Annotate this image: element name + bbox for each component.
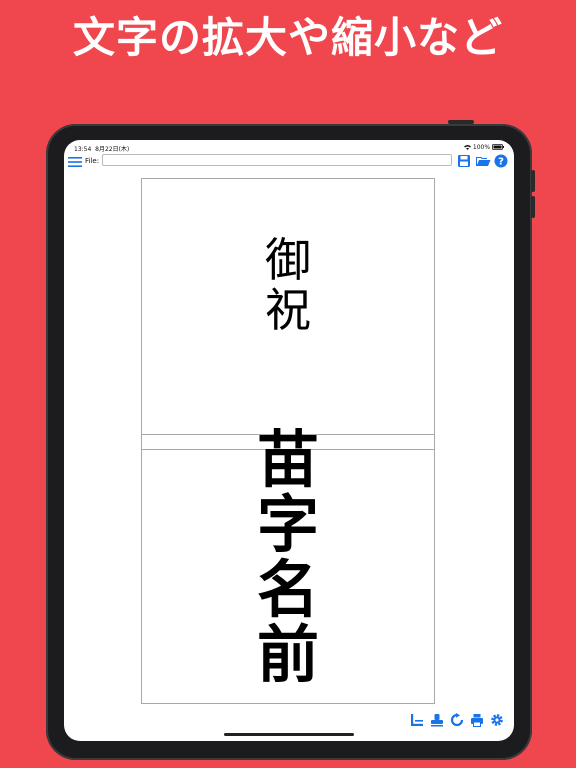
name-char: 苗 xyxy=(256,423,319,496)
rotate-icon[interactable] xyxy=(450,713,464,727)
stamp-icon[interactable] xyxy=(430,713,444,727)
top-inscription[interactable]: 御 祝 xyxy=(142,235,434,335)
menu-icon[interactable] xyxy=(68,155,82,169)
name-char: 名 xyxy=(256,553,319,626)
tablet-volume-down xyxy=(531,196,535,218)
name-inscription[interactable]: 苗 字 名 前 xyxy=(142,427,434,687)
layout-icon[interactable] xyxy=(410,713,424,727)
file-name-input[interactable] xyxy=(102,154,452,166)
toolbar: File: ? xyxy=(64,152,514,174)
svg-text:?: ? xyxy=(498,157,504,168)
save-icon[interactable] xyxy=(457,154,471,168)
wifi-icon xyxy=(464,145,471,150)
status-indicators: 100% xyxy=(464,144,504,151)
battery-icon xyxy=(492,144,504,150)
tablet-volume-up xyxy=(531,170,535,192)
print-icon[interactable] xyxy=(470,713,484,727)
top-char: 祝 xyxy=(265,283,311,337)
name-char: 字 xyxy=(256,488,319,561)
name-char: 前 xyxy=(256,618,319,691)
file-label: File: xyxy=(85,157,100,165)
battery-level: 100% xyxy=(472,144,491,151)
bottom-toolbar xyxy=(410,713,510,729)
promo-headline: 文字の拡大や縮小など xyxy=(72,13,503,62)
home-indicator[interactable] xyxy=(224,733,354,736)
top-char: 御 xyxy=(265,233,311,287)
gear-icon[interactable] xyxy=(490,713,504,727)
help-icon[interactable]: ? xyxy=(494,154,508,168)
folder-open-icon[interactable] xyxy=(475,154,491,168)
tablet-top-button xyxy=(448,120,474,124)
app-screen: 13:54 8月22日(木) 100% File: ? 御 祝 苗 字 名 前 xyxy=(64,140,514,741)
noshi-paper-preview[interactable]: 御 祝 苗 字 名 前 xyxy=(141,178,435,704)
